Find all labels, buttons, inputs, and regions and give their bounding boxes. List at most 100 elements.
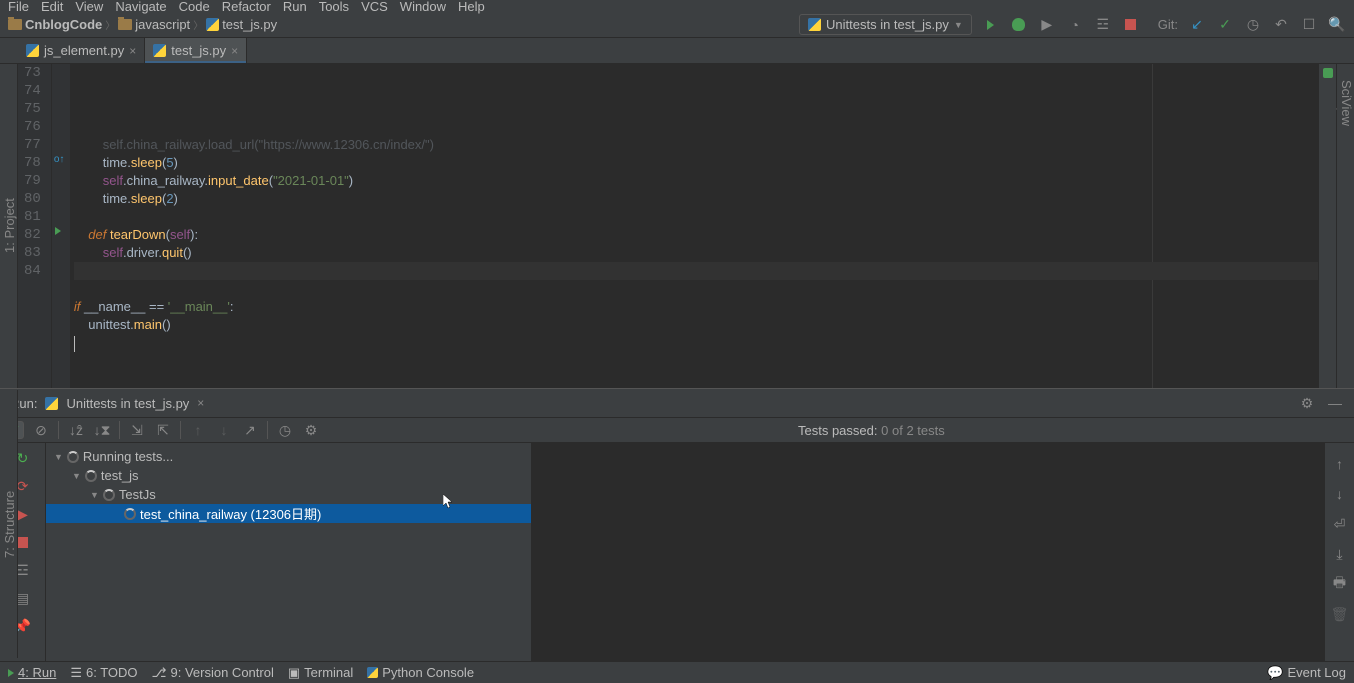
menu-window[interactable]: Window xyxy=(400,0,446,14)
run-config-selector[interactable]: Unittests in test_js.py ▼ xyxy=(799,14,972,35)
menu-vcs[interactable]: VCS xyxy=(361,0,388,14)
inspection-ok-icon xyxy=(1323,68,1333,78)
run-gutter-icon[interactable] xyxy=(55,227,61,238)
test-output-console[interactable] xyxy=(532,443,1324,661)
breadcrumb-file[interactable]: test_js.py xyxy=(206,17,277,32)
next-failed-icon[interactable]: ↓ xyxy=(215,421,233,439)
spinner-icon xyxy=(67,451,79,463)
git-revert-icon[interactable]: ↶ xyxy=(1272,16,1290,34)
test-settings-icon[interactable]: ⚙ xyxy=(302,421,320,439)
chevron-down-icon: ▼ xyxy=(954,20,963,30)
gear-icon[interactable]: ⚙ xyxy=(1298,394,1316,412)
test-tree[interactable]: ▼Running tests... ▼test_js ▼TestJs test_… xyxy=(46,443,532,661)
status-todo[interactable]: ☰ 6: TODO xyxy=(70,665,137,681)
close-icon[interactable]: × xyxy=(129,44,136,58)
run-tab-title[interactable]: Unittests in test_js.py xyxy=(66,396,189,411)
left-tool-strip: 1: Project xyxy=(0,64,18,388)
menu-tools[interactable]: Tools xyxy=(319,0,349,14)
menu-run[interactable]: Run xyxy=(283,0,307,14)
stop-button[interactable] xyxy=(1122,16,1140,34)
tree-node-testjs-class[interactable]: ▼TestJs xyxy=(46,485,531,504)
code-editor[interactable]: 737475767778798081828384 o↑ self.china_r… xyxy=(18,64,1336,388)
spinner-icon xyxy=(103,489,115,501)
next-icon[interactable]: ↓ xyxy=(1331,485,1349,503)
run-button[interactable] xyxy=(982,16,1000,34)
prev-failed-icon[interactable]: ↑ xyxy=(189,421,207,439)
menu-file[interactable]: File xyxy=(8,0,29,14)
right-tool-strip: SciView Database xyxy=(1336,64,1354,388)
run-tool-window: Run: Unittests in test_js.py × ⚙ — ✓ ⊘ ↓… xyxy=(0,388,1354,661)
status-python-console[interactable]: Python Console xyxy=(367,665,474,680)
editor-tabs: js_element.py × test_js.py × xyxy=(0,38,1354,64)
caret xyxy=(74,336,75,352)
left-tool-strip-bottom: 7: Structure 2: Favorites xyxy=(0,390,18,658)
status-vcs[interactable]: ⎇ 9: Version Control xyxy=(152,665,274,681)
minimize-icon[interactable]: — xyxy=(1326,394,1344,412)
navigation-bar: CnblogCode 〉 javascript 〉 test_js.py Uni… xyxy=(0,12,1354,38)
python-icon xyxy=(206,18,219,31)
favorites-tool[interactable]: 2: Favorites xyxy=(0,406,2,642)
tree-root[interactable]: ▼Running tests... xyxy=(46,447,531,466)
folder-icon xyxy=(118,19,132,30)
tree-node-test-china-railway[interactable]: test_china_railway (12306日期) xyxy=(46,504,531,523)
collapse-all-icon[interactable]: ⇱ xyxy=(154,421,172,439)
menu-view[interactable]: View xyxy=(75,0,103,14)
print-icon[interactable]: 🖶 xyxy=(1331,575,1349,593)
override-icon[interactable]: o↑ xyxy=(54,154,65,165)
ide-settings-icon[interactable]: ☐ xyxy=(1300,16,1318,34)
folder-icon xyxy=(8,19,22,30)
breadcrumb-project[interactable]: CnblogCode xyxy=(8,17,102,32)
tab-js-element[interactable]: js_element.py × xyxy=(18,38,145,63)
concurrency-button[interactable]: ☲ xyxy=(1094,16,1112,34)
sort-alpha-icon[interactable]: ↓ẑ xyxy=(67,421,85,439)
profile-button[interactable]: ◔ xyxy=(1066,16,1084,34)
show-ignored-icon[interactable]: ⊘ xyxy=(32,421,50,439)
git-commit-icon[interactable]: ✓ xyxy=(1216,16,1234,34)
console-action-column: ↑ ↓ ⏎ ⤓ 🖶 🗑 xyxy=(1324,443,1354,661)
debug-button[interactable] xyxy=(1010,16,1028,34)
close-icon[interactable]: × xyxy=(197,396,204,410)
prev-icon[interactable]: ↑ xyxy=(1331,455,1349,473)
python-icon xyxy=(26,44,39,57)
git-history-icon[interactable]: ◷ xyxy=(1244,16,1262,34)
python-icon xyxy=(45,397,58,410)
chevron-down-icon[interactable]: ▼ xyxy=(90,490,99,500)
menu-code[interactable]: Code xyxy=(179,0,210,14)
tests-summary: Tests passed: 0 of 2 tests xyxy=(798,423,945,438)
scroll-to-end-icon[interactable]: ⤓ xyxy=(1331,545,1349,563)
breadcrumb-folder[interactable]: javascript xyxy=(118,17,190,32)
status-terminal[interactable]: ▣ Terminal xyxy=(288,665,353,681)
soft-wrap-icon[interactable]: ⏎ xyxy=(1331,515,1349,533)
spinner-icon xyxy=(85,470,97,482)
clear-icon[interactable]: 🗑 xyxy=(1331,605,1349,623)
menu-edit[interactable]: Edit xyxy=(41,0,63,14)
coverage-button[interactable]: ▶ xyxy=(1038,16,1056,34)
status-event-log[interactable]: 💬 Event Log xyxy=(1267,665,1346,681)
spinner-icon xyxy=(124,508,136,520)
history-icon[interactable]: ◷ xyxy=(276,421,294,439)
project-tool[interactable]: 1: Project xyxy=(2,80,17,372)
expand-all-icon[interactable]: ⇲ xyxy=(128,421,146,439)
menu-help[interactable]: Help xyxy=(458,0,485,14)
export-icon[interactable]: ↗ xyxy=(241,421,259,439)
sciview-tool[interactable]: SciView xyxy=(1339,80,1354,372)
chevron-down-icon[interactable]: ▼ xyxy=(54,452,63,462)
tab-test-js[interactable]: test_js.py × xyxy=(145,38,247,63)
main-menu-bar: File Edit View Navigate Code Refactor Ru… xyxy=(0,0,1354,12)
test-toolbar: ✓ ⊘ ↓ẑ ↓⧗ ⇲ ⇱ ↑ ↓ ↗ ◷ ⚙ Tests passed: 0 … xyxy=(0,417,1354,443)
search-everywhere-icon[interactable]: 🔍 xyxy=(1328,16,1346,34)
python-icon xyxy=(153,44,166,57)
python-icon xyxy=(808,18,821,31)
git-update-icon[interactable]: ↙ xyxy=(1188,16,1206,34)
status-run[interactable]: 4: Run xyxy=(8,665,56,680)
close-icon[interactable]: × xyxy=(231,44,238,58)
chevron-down-icon[interactable]: ▼ xyxy=(72,471,81,481)
menu-navigate[interactable]: Navigate xyxy=(115,0,166,14)
structure-tool[interactable]: 7: Structure xyxy=(2,406,17,642)
gutter-icons: o↑ xyxy=(52,64,70,388)
sort-duration-icon[interactable]: ↓⧗ xyxy=(93,421,111,439)
tree-node-testjs-file[interactable]: ▼test_js xyxy=(46,466,531,485)
chevron-right-icon: 〉 xyxy=(105,17,115,32)
menu-refactor[interactable]: Refactor xyxy=(222,0,271,14)
editor-scrollbar-overview[interactable] xyxy=(1318,64,1336,388)
